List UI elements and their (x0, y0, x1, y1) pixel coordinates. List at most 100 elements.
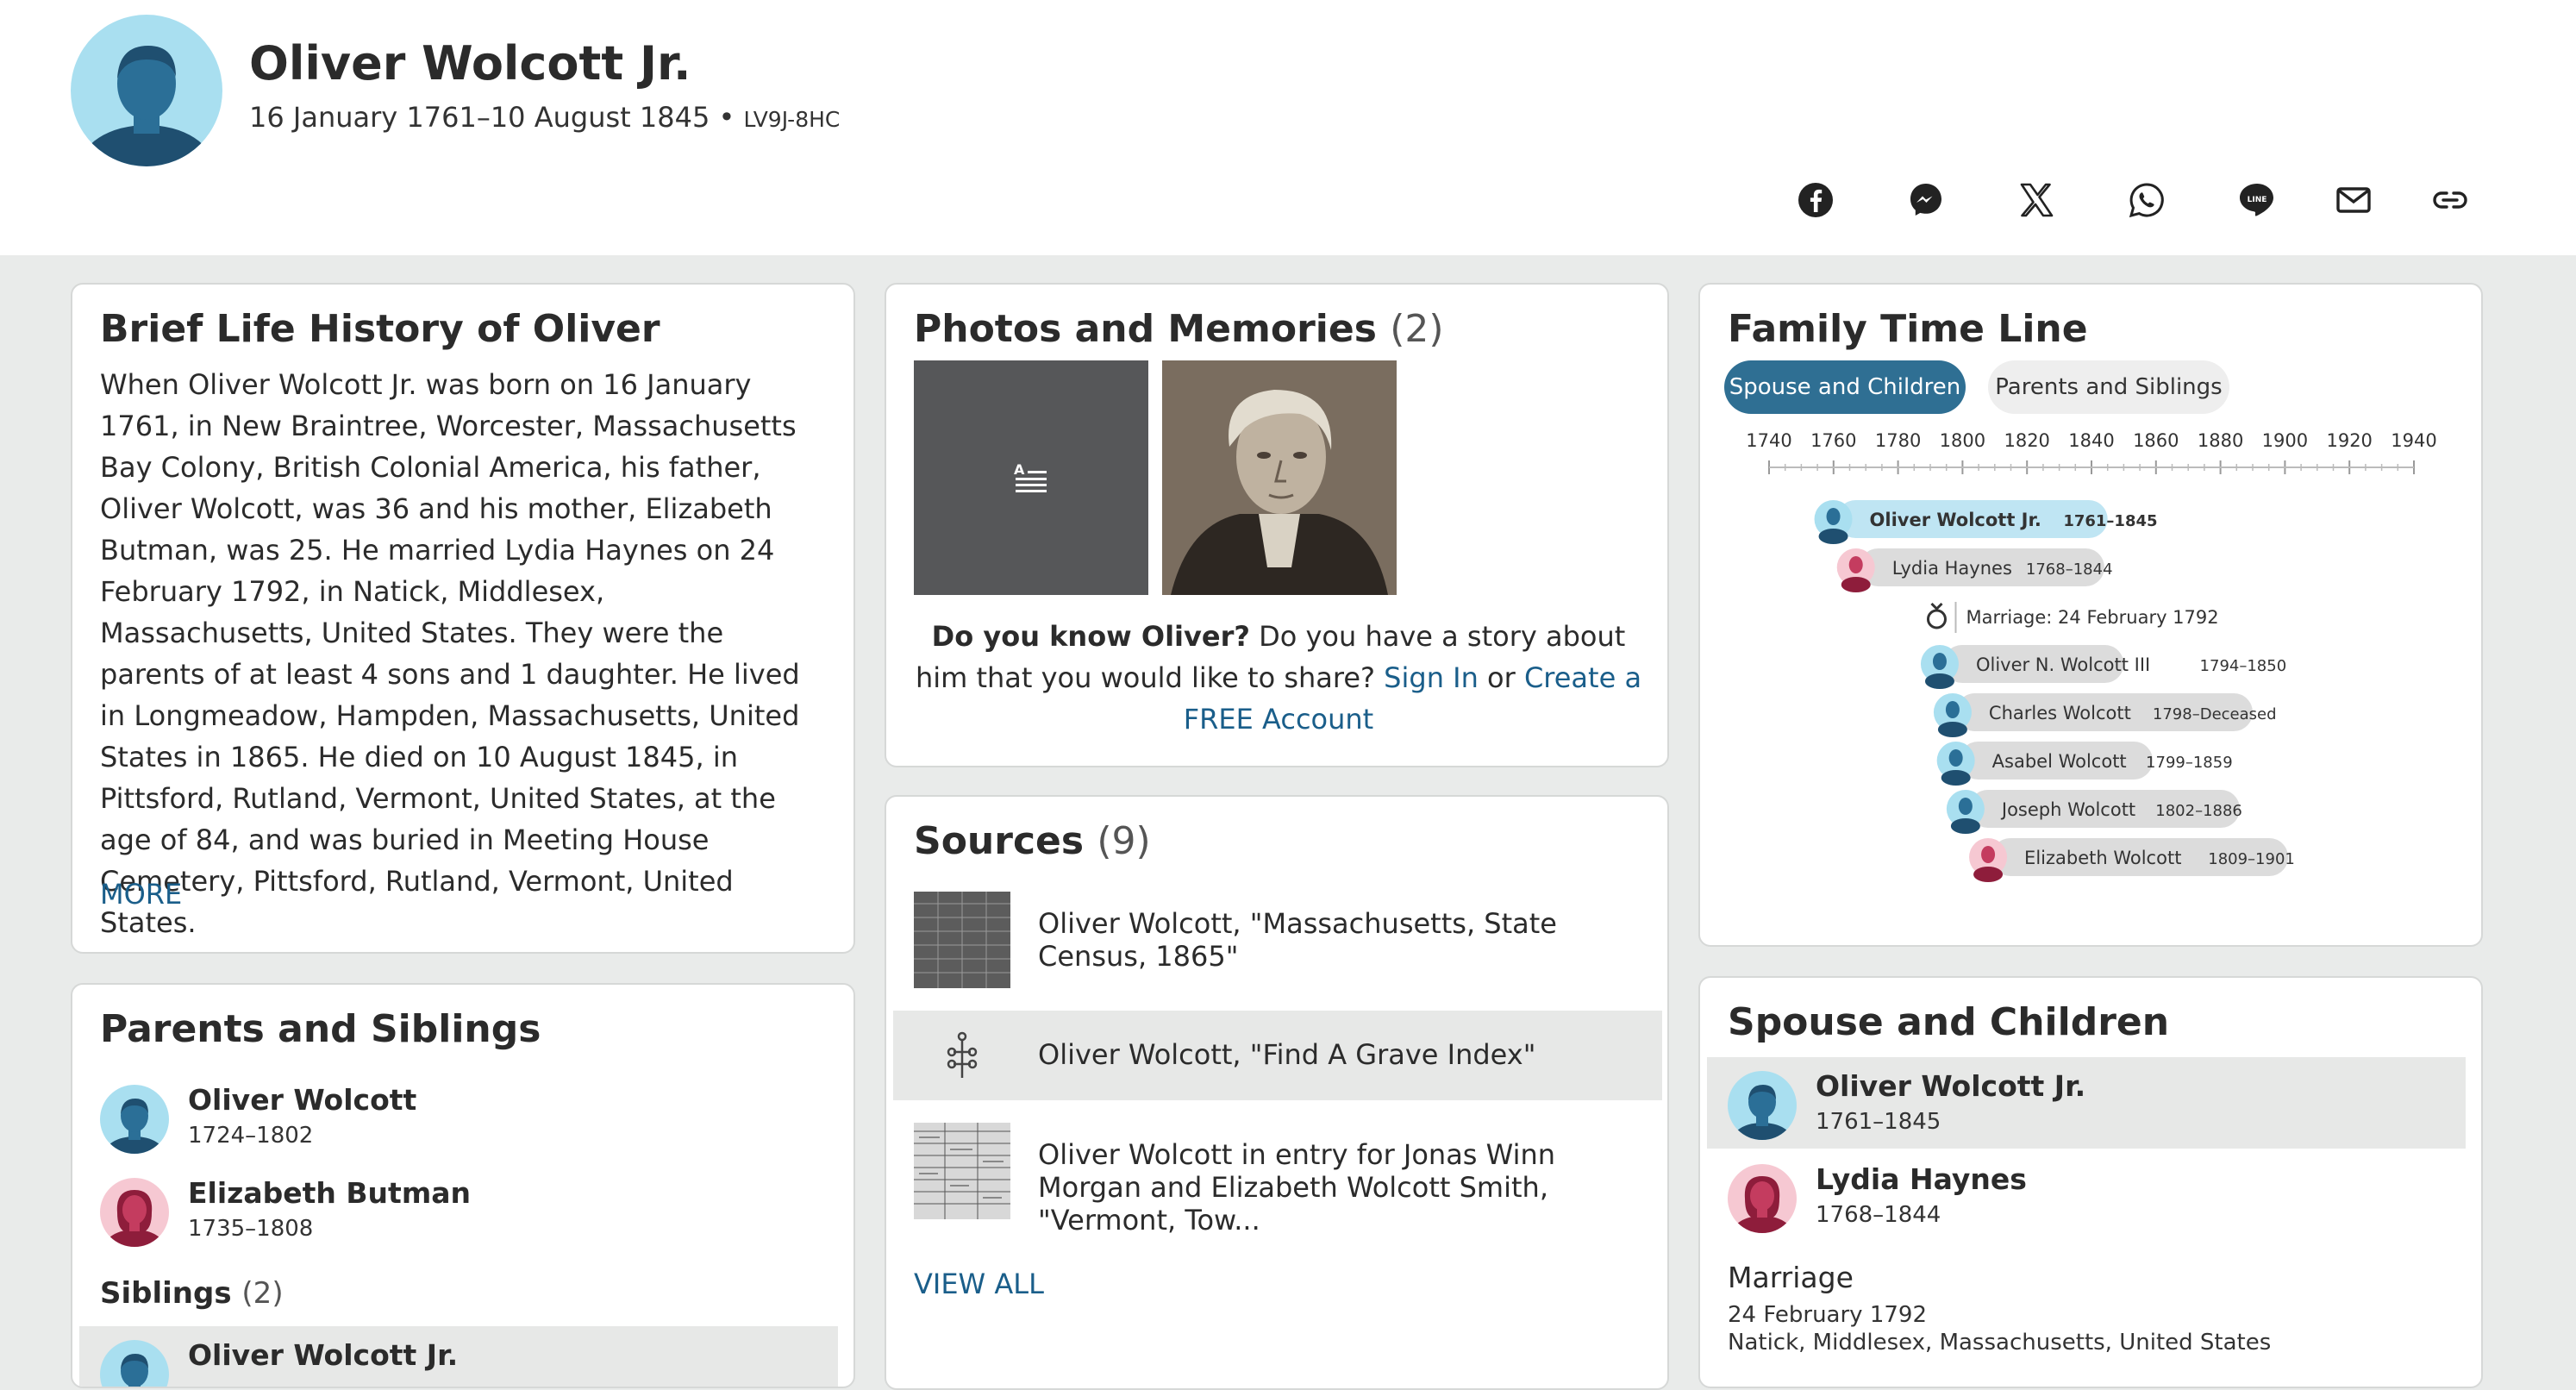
timeline-person-dates: 1794–1850 (2200, 657, 2287, 675)
life-history-card: Brief Life History of Oliver When Oliver… (71, 283, 855, 954)
timeline-person-name: Lydia Haynes (1892, 558, 2012, 579)
avatar-head (1848, 556, 1863, 573)
sibling-row[interactable]: Oliver Wolcott Jr. (79, 1326, 838, 1387)
tab-parents-and-siblings[interactable]: Parents and Siblings (1988, 360, 2229, 414)
line-icon[interactable]: LINE (2236, 179, 2278, 221)
avatar-head (1948, 749, 1963, 767)
avatar-shoulders (1841, 577, 1871, 592)
person-id[interactable]: LV9J-8HC (744, 107, 841, 132)
parent-name: Oliver Wolcott (188, 1083, 417, 1117)
whatsapp-icon[interactable] (2126, 179, 2167, 221)
email-icon[interactable] (2333, 179, 2374, 221)
photos-memories-card: Photos and Memories (2) A Do you know Ol… (885, 283, 1669, 767)
facebook-icon[interactable] (1795, 179, 1836, 221)
memory-story-tile[interactable]: A (914, 360, 1148, 595)
svg-text:A: A (1014, 461, 1025, 478)
avatar-shoulders (1924, 673, 1954, 689)
life-history-text: When Oliver Wolcott Jr. was born on 16 J… (100, 368, 800, 939)
avatar-head (1945, 701, 1960, 718)
timeline-chart: 1740 1760 1780 1800 1820 1840 1860 1880 1900 1920… (1746, 430, 2437, 882)
sources-title: Sources (9) (914, 819, 1151, 863)
person-avatar[interactable] (71, 15, 222, 166)
person-header: Oliver Wolcott Jr. 16 January 1761–10 Au… (0, 0, 2576, 255)
timeline-marriage-label: Marriage: 24 February 1792 (1966, 607, 2218, 628)
avatar-shoulders (1818, 529, 1848, 544)
timeline-person-dates: 1768–1844 (2026, 560, 2113, 579)
svg-text:LINE: LINE (2248, 196, 2267, 204)
timeline-person-name: Elizabeth Wolcott (2024, 848, 2181, 868)
spouse-dates: 1761–1845 (1816, 1109, 1941, 1135)
source-item[interactable]: Oliver Wolcott, "Massachusetts, State Ce… (893, 892, 1662, 988)
spouse-row[interactable]: Lydia Haynes 1768–1844 (1707, 1150, 2466, 1242)
timeline-person-dates: 1799–1859 (2146, 754, 2233, 772)
x-icon[interactable] (2016, 179, 2057, 221)
parent-row[interactable]: Elizabeth Butman 1735–1808 (79, 1164, 838, 1255)
source-title: Oliver Wolcott in entry for Jonas Winn M… (1038, 1138, 1556, 1237)
siblings-label: Siblings (100, 1276, 232, 1311)
share-bar: LINE (0, 179, 2576, 221)
timeline-axis-label: 1900 (2262, 430, 2308, 451)
timeline-axis-label: 1760 (1810, 430, 1856, 451)
male-avatar-icon (100, 1085, 169, 1154)
parent-dates: 1724–1802 (188, 1123, 314, 1149)
sources-count: (9) (1097, 819, 1151, 863)
tab-spouse-and-children[interactable]: Spouse and Children (1724, 360, 1966, 414)
more-link[interactable]: MORE (100, 878, 182, 911)
census-record-thumbnail (914, 892, 1010, 988)
ring-gem-icon (1930, 602, 1943, 611)
portrait-image (1162, 360, 1397, 595)
spouse-name: Lydia Haynes (1816, 1162, 2027, 1196)
separator: • (710, 101, 744, 134)
sibling-name: Oliver Wolcott Jr. (188, 1338, 459, 1372)
parents-siblings-title: Parents and Siblings (100, 1007, 541, 1051)
sign-in-link[interactable]: Sign In (1384, 661, 1479, 694)
memory-portrait-photo[interactable] (1162, 360, 1397, 595)
male-avatar-icon (100, 1340, 169, 1387)
timeline-person-dates: 1798–Deceased (2153, 705, 2277, 723)
timeline-axis-label: 1940 (2391, 430, 2436, 451)
timeline-person-name: Charles Wolcott (1989, 703, 2131, 723)
siblings-heading: Siblings (2) (100, 1276, 284, 1311)
marriage-heading: Marriage (1728, 1261, 1854, 1294)
timeline-person-name: Oliver Wolcott Jr. (1870, 510, 2041, 530)
source-item[interactable]: Oliver Wolcott in entry for Jonas Winn M… (893, 1123, 1662, 1237)
link-icon[interactable] (2429, 179, 2471, 221)
avatar-shoulders (1973, 867, 2004, 882)
timeline-person-dates: 1802–1886 (2155, 802, 2242, 820)
spouse-children-card: Spouse and Children Oliver Wolcott Jr. 1… (1698, 976, 2483, 1388)
photos-count: (2) (1390, 307, 1444, 351)
timeline-axis-label: 1740 (1746, 430, 1791, 451)
avatar-shoulders (1941, 770, 1971, 786)
timeline-person-name: Asabel Wolcott (1992, 751, 2127, 772)
timeline-axis-label: 1880 (2198, 430, 2243, 451)
timeline-person-dates: 1809–1901 (2208, 850, 2295, 868)
timeline-person-name: Joseph Wolcott (2000, 799, 2135, 820)
parent-row[interactable]: Oliver Wolcott 1724–1802 (79, 1071, 838, 1162)
source-title: Oliver Wolcott, "Massachusetts, State Ce… (1038, 907, 1557, 973)
timeline-axis-label: 1860 (2133, 430, 2179, 451)
marriage-date: 24 February 1792 (1728, 1302, 1927, 1328)
female-avatar-icon (100, 1178, 169, 1247)
tree-record-icon (947, 1031, 978, 1078)
avatar-head (1932, 653, 1947, 670)
timeline-axis-label: 1800 (1940, 430, 1985, 451)
family-timeline-card: Family Time Line Spouse and Children Par… (1698, 283, 2483, 947)
source-item[interactable]: Oliver Wolcott, "Find A Grave Index" (893, 1011, 1662, 1100)
timeline-person-dates: 1761–1845 (2063, 512, 2157, 530)
messenger-icon[interactable] (1905, 179, 1947, 221)
life-history-title: Brief Life History of Oliver (100, 307, 660, 351)
spouse-row[interactable]: Oliver Wolcott Jr. 1761–1845 (1707, 1057, 2466, 1149)
timeline-axis-label: 1820 (2004, 430, 2049, 451)
avatar-shoulders (1937, 722, 1967, 737)
view-all-sources-link[interactable]: VIEW ALL (914, 1268, 1044, 1300)
siblings-count: (2) (241, 1276, 284, 1311)
avatar-head (1958, 798, 1973, 815)
avatar-head (1826, 508, 1841, 525)
timeline-title: Family Time Line (1728, 307, 2088, 351)
male-silhouette-icon (79, 46, 214, 166)
page-title: Oliver Wolcott Jr. (249, 36, 691, 91)
sources-title-text: Sources (914, 819, 1085, 863)
memory-prompt-question: Do you know Oliver? (931, 620, 1250, 653)
sources-card: Sources (9) Oliver Wolcott, "Massachuset… (885, 795, 1669, 1390)
timeline-person-name: Oliver N. Wolcott III (1976, 654, 2150, 675)
